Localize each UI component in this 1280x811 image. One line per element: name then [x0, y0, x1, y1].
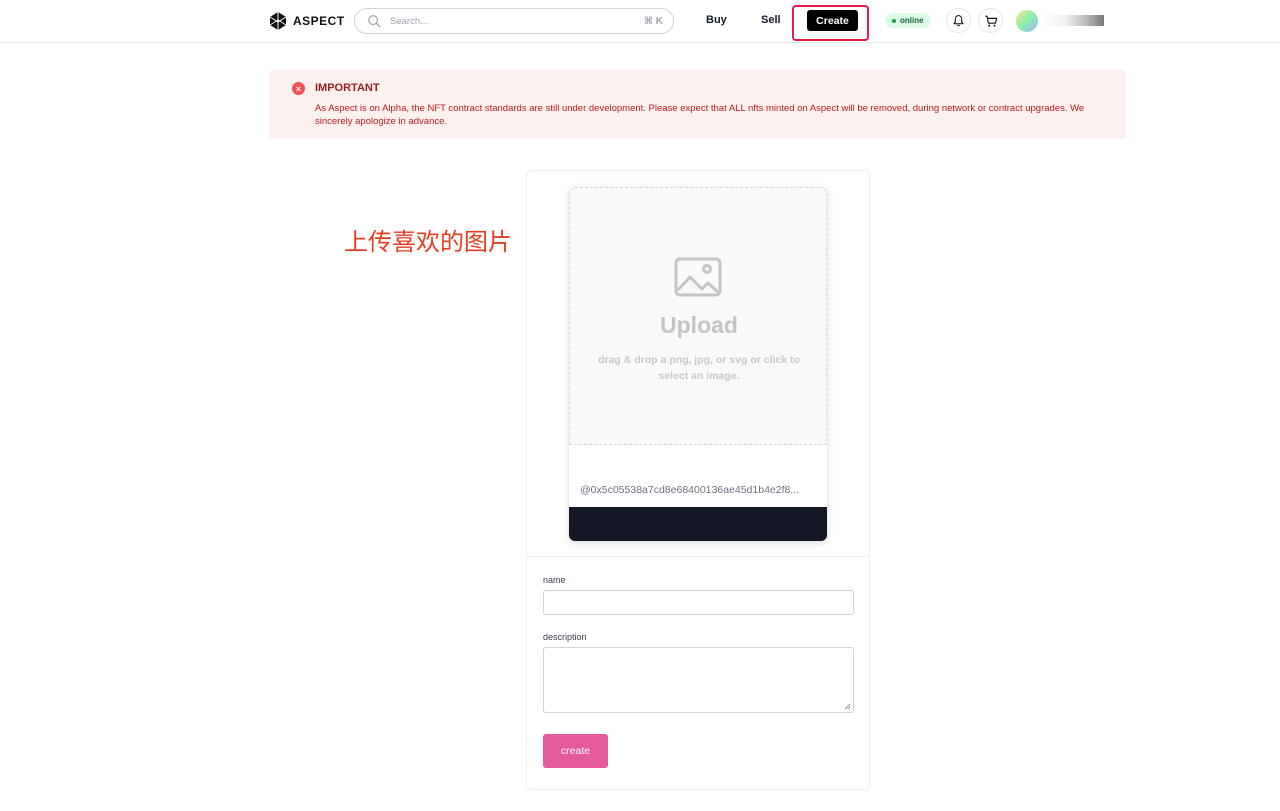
upload-annotation: 上传喜欢的图片 — [344, 228, 512, 256]
name-input[interactable] — [543, 590, 854, 615]
status-badge: online — [885, 13, 931, 28]
status-dot — [892, 18, 896, 23]
search-bar[interactable]: ⌘ K — [354, 8, 674, 34]
upload-title: Upload — [660, 312, 738, 338]
owner-address: @0x5c05538a7cd8e68400136ae45d1b4e2f8... — [580, 484, 800, 496]
upload-hint: drag & drop a png, jpg, or svg or click … — [598, 354, 800, 382]
logo-text: ASPECT — [293, 14, 345, 28]
important-alert: × IMPORTANT As Aspect is on Alpha, the N… — [269, 70, 1126, 139]
cart-icon — [984, 15, 997, 27]
resize-grip-icon[interactable] — [844, 703, 851, 710]
create-submit-button[interactable]: create — [543, 734, 608, 768]
status-text: online — [900, 16, 924, 25]
nav-buy-link[interactable]: Buy — [706, 14, 727, 26]
account-address-blurred[interactable] — [1040, 15, 1104, 26]
aspect-logo-icon — [269, 12, 287, 30]
description-textarea[interactable] — [543, 647, 854, 713]
name-label: name — [543, 575, 566, 585]
card-divider — [527, 556, 869, 557]
alert-message: As Aspect is on Alpha, the NFT contract … — [315, 103, 1085, 127]
user-avatar[interactable] — [1016, 10, 1038, 32]
nav-create-button[interactable]: Create — [807, 10, 858, 31]
top-navbar: ASPECT ⌘ K Buy Sell Create online — [0, 0, 1280, 43]
bell-icon — [953, 15, 964, 27]
nft-preview: Upload drag & drop a png, jpg, or svg or… — [569, 187, 827, 541]
error-x-icon: × — [292, 82, 305, 95]
image-icon — [674, 257, 722, 297]
search-icon — [368, 15, 381, 28]
preview-footer — [569, 507, 827, 541]
cart-button[interactable] — [978, 8, 1003, 33]
image-upload-dropzone[interactable]: Upload drag & drop a png, jpg, or svg or… — [569, 187, 827, 445]
create-nft-card: Upload drag & drop a png, jpg, or svg or… — [526, 170, 870, 790]
alert-title: IMPORTANT — [315, 82, 380, 94]
search-input[interactable] — [390, 15, 644, 27]
nav-sell-link[interactable]: Sell — [761, 14, 781, 26]
search-shortcut: ⌘ K — [643, 15, 663, 27]
notifications-button[interactable] — [946, 8, 971, 33]
description-label: description — [543, 632, 587, 642]
aspect-logo[interactable]: ASPECT — [268, 10, 345, 32]
